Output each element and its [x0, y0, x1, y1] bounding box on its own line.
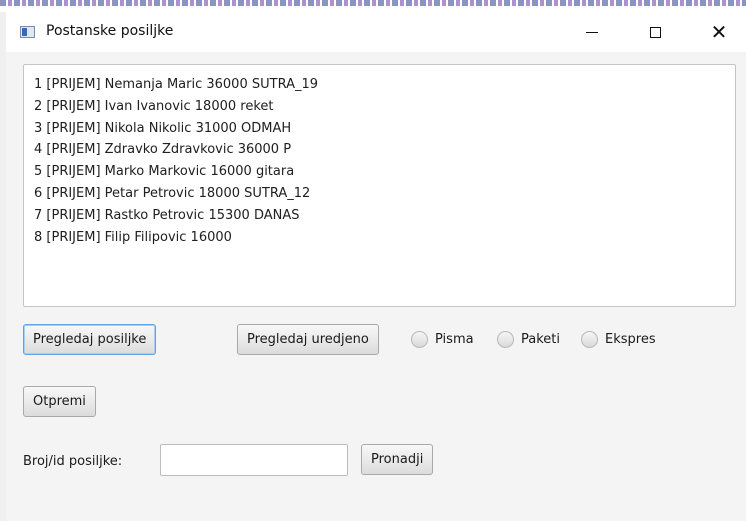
output-lines: 1 [PRIJEM] Nemanja Maric 36000 SUTRA_19 2… [34, 74, 318, 248]
broj-id-label: Broj/id posiljke: [23, 454, 123, 469]
close-button[interactable]: ✕ [696, 12, 742, 52]
background-code-text [0, 0, 746, 6]
pregledaj-uredjeno-button[interactable]: Pregledaj uredjeno [237, 324, 379, 355]
title-bar: Postanske posiljke ✕ [6, 12, 746, 52]
background-code-editor [0, 0, 746, 12]
radio-ekspres-label: Ekspres [605, 332, 656, 347]
otpremi-button[interactable]: Otpremi [23, 386, 96, 417]
pregledaj-posiljke-button[interactable]: Pregledaj posiljke [23, 324, 157, 355]
maximize-button[interactable] [632, 12, 678, 52]
output-text-area[interactable]: 1 [PRIJEM] Nemanja Maric 36000 SUTRA_19 2… [23, 64, 736, 307]
broj-id-input[interactable] [160, 444, 348, 476]
close-icon: ✕ [710, 20, 728, 44]
output-line: 8 [PRIJEM] Filip Filipovic 16000 [34, 229, 232, 245]
minimize-button[interactable] [569, 12, 615, 52]
output-line: 1 [PRIJEM] Nemanja Maric 36000 SUTRA_19 [34, 77, 319, 92]
window-title: Postanske posiljke [46, 23, 174, 39]
radio-paketi-label: Paketi [521, 332, 560, 347]
output-line: 5 [PRIJEM] Marko Markovic 16000 gitara [34, 164, 295, 180]
pronadji-button[interactable]: Pronadji [361, 444, 434, 475]
app-icon [20, 26, 35, 38]
output-line: 7 [PRIJEM] Rastko Petrovic 15300 DANAS [34, 207, 300, 223]
output-line: 6 [PRIJEM] Petar Petrovic 18000 SUTRA_12 [34, 185, 311, 201]
radio-pisma-circle [411, 331, 428, 348]
radio-pisma-label: Pisma [435, 332, 474, 347]
maximize-icon [649, 26, 661, 38]
radio-paketi-circle [497, 331, 514, 348]
radio-paketi[interactable]: Paketi [497, 331, 560, 348]
radio-pisma[interactable]: Pisma [411, 331, 474, 348]
output-line: 4 [PRIJEM] Zdravko Zdravkovic 36000 P [34, 142, 292, 158]
minimize-icon [586, 31, 598, 33]
app-window: Postanske posiljke ✕ 1 [PRIJEM] Nemanja … [6, 12, 746, 521]
output-line: 2 [PRIJEM] Ivan Ivanovic 18000 reket [34, 98, 274, 114]
output-line: 3 [PRIJEM] Nikola Nikolic 31000 ODMAH [34, 120, 292, 136]
radio-ekspres[interactable]: Ekspres [581, 331, 656, 348]
radio-ekspres-circle [581, 331, 598, 348]
